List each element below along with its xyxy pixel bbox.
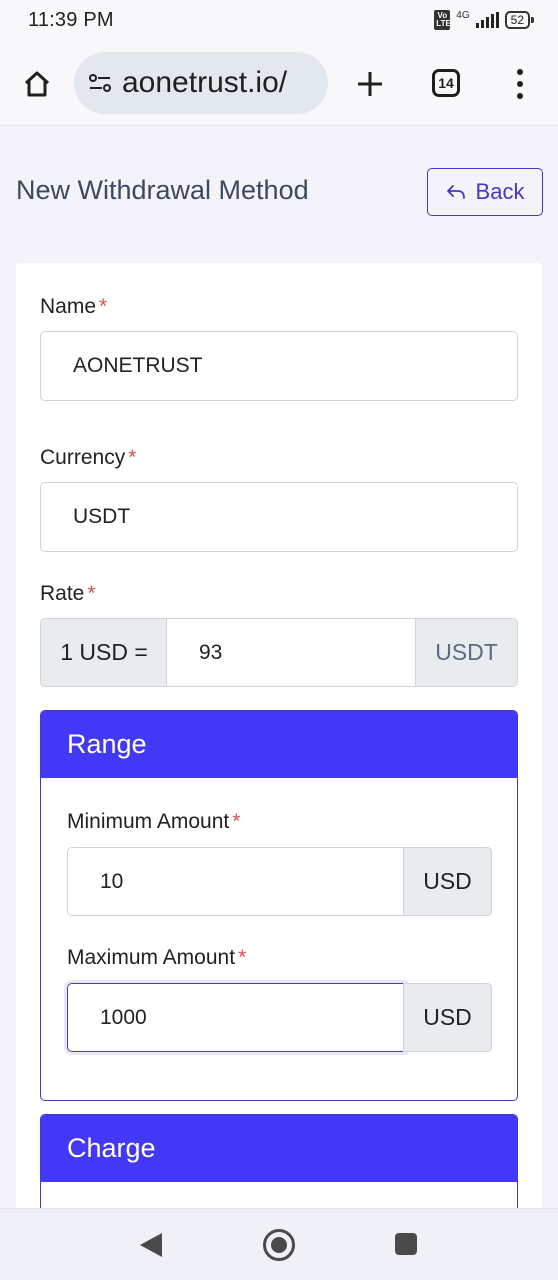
max-amount-unit: USD [403, 983, 492, 1052]
tab-switcher-button[interactable]: 14 [432, 69, 460, 97]
dot [517, 69, 523, 75]
more-options-button[interactable] [506, 64, 534, 104]
nav-back-icon[interactable] [138, 1231, 164, 1259]
required-mark: * [87, 582, 96, 605]
status-icons: Vo LTE 4G 52 [434, 9, 535, 30]
rate-suffix: USDT [415, 618, 518, 687]
currency-label-text: Currency [40, 446, 126, 469]
nav-recents-icon[interactable] [395, 1233, 417, 1255]
rate-label: Rate * [40, 582, 96, 606]
name-input[interactable]: AONETRUST [40, 331, 518, 401]
plus-icon [358, 72, 382, 96]
system-nav-bar [0, 1208, 558, 1280]
name-label: Name * [40, 295, 107, 319]
currency-label: Currency * [40, 446, 136, 470]
address-bar[interactable]: aonetrust.io/ [74, 52, 328, 114]
home-dot [271, 1237, 287, 1253]
dot [517, 93, 523, 99]
rate-label-text: Rate [40, 582, 85, 605]
min-amount-label-text: Minimum Amount [67, 810, 230, 833]
required-mark: * [238, 946, 247, 969]
range-title: Range [41, 711, 517, 778]
required-mark: * [232, 810, 241, 833]
min-amount-unit: USD [403, 847, 492, 916]
back-button[interactable]: Back [427, 168, 543, 216]
charge-title: Charge [41, 1115, 517, 1182]
back-label: Back [475, 179, 525, 204]
name-label-text: Name [40, 295, 97, 318]
required-mark: * [99, 295, 108, 318]
charge-section: Charge [40, 1114, 518, 1214]
dot [517, 81, 523, 87]
new-tab-button[interactable] [350, 64, 390, 104]
status-time: 11:39 PM [28, 9, 114, 31]
max-amount-label: Maximum Amount * [67, 946, 246, 970]
nav-home-icon[interactable] [263, 1229, 295, 1261]
back-arrow-icon [446, 185, 465, 199]
home-icon [24, 71, 50, 97]
home-button[interactable] [18, 65, 56, 103]
browser-toolbar: aonetrust.io/ 14 [0, 44, 558, 126]
rate-input[interactable]: 93 [166, 618, 417, 687]
status-bar: 11:39 PM Vo LTE 4G 52 [0, 0, 558, 44]
currency-input[interactable]: USDT [40, 482, 518, 552]
battery-icon: 52 [504, 11, 535, 29]
max-amount-label-text: Maximum Amount [67, 946, 236, 969]
required-mark: * [128, 446, 137, 469]
network-type: 4G [456, 9, 470, 21]
volte-icon: Vo LTE [434, 10, 451, 30]
signal-icon [475, 12, 499, 28]
max-amount-input[interactable]: 1000 [67, 983, 405, 1052]
url-text: aonetrust.io/ [122, 66, 288, 99]
page-title: New Withdrawal Method [16, 175, 309, 205]
site-settings-icon [89, 74, 111, 92]
rate-prefix: 1 USD = [40, 618, 168, 687]
min-amount-label: Minimum Amount * [67, 810, 240, 834]
min-amount-input[interactable]: 10 [67, 847, 405, 916]
